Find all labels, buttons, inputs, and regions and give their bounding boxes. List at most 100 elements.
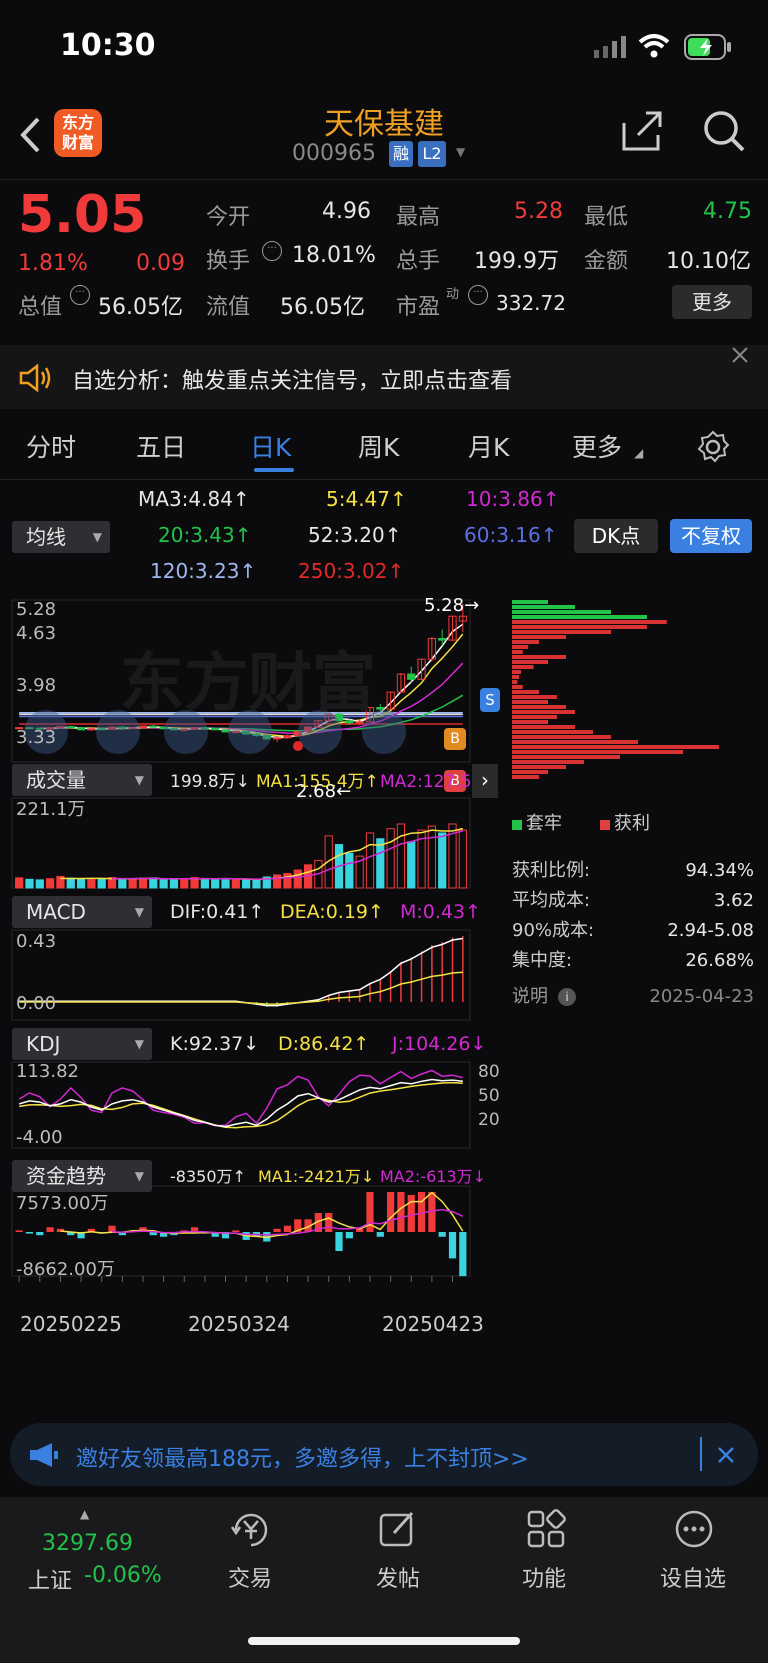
ma60-label: 60:3.16↑ [464,523,558,547]
chip-bar [512,775,539,779]
tab-more[interactable]: 更多 [572,428,622,464]
chip-bar [512,650,523,654]
search-icon[interactable] [702,109,746,153]
close-icon[interactable] [730,345,750,365]
stock-code: 000965 [292,141,376,166]
tab-daily-k[interactable]: 日K [250,428,291,464]
fund-bar [407,1195,415,1232]
fund-select-label: 资金趋势 [26,1164,106,1188]
info-dots-icon[interactable]: ··· [70,285,90,305]
ma-select[interactable]: 均线 ▼ [12,521,110,553]
info-icon[interactable]: i [558,988,576,1006]
nav-watchlist[interactable]: 设自选 [660,1561,726,1593]
promo-banner[interactable]: 邀好友领最高188元，多邀多得，上不封顶>> [10,1423,758,1486]
post-icon[interactable] [378,1509,418,1549]
sell-mark[interactable]: S [480,688,500,712]
chip-chart [512,600,719,779]
app-logo[interactable]: 东方 财富 [54,109,102,157]
chip-row-label: 平均成本: [512,890,591,911]
signal-icon [594,36,628,58]
high-label: 最高 [396,205,441,230]
volume-bar [76,878,86,889]
chip-bar [512,680,518,684]
legend-profit: 获利 [614,813,650,834]
chip-bar [512,720,548,724]
volume-bar [128,878,137,889]
app-root: 10:30 东方 财富 天保基建 000965 融 L2 ▼ 5.05 1.81… [0,0,768,1663]
chip-note[interactable]: 说明 [512,986,548,1008]
volume-select[interactable]: 成交量 ▼ [12,764,152,796]
chevron-down-icon: ▼ [92,530,102,544]
apps-icon[interactable] [526,1509,566,1549]
volume-bar [293,869,302,889]
macd-select-label: MACD [26,900,86,924]
candle-body [76,727,86,731]
fund-bar [46,1227,54,1232]
fund-value: -8350万↑ [170,1167,246,1186]
info-dots-icon[interactable]: ··· [262,241,282,261]
chip-bar [512,635,566,639]
chip-bar [512,655,566,659]
fund-bar [335,1232,343,1252]
chip-bar [512,630,611,634]
candle-body [66,726,75,729]
chevron-down-icon[interactable]: ▼ [456,145,465,159]
volume-bar [221,878,230,889]
kdj-d: D:86.42↑ [278,1033,370,1055]
nav-post[interactable]: 发帖 [376,1561,420,1593]
chevron-right-icon[interactable]: › [472,764,498,798]
back-icon[interactable] [18,115,44,155]
fund-select[interactable]: 资金趋势 ▼ [12,1160,152,1192]
volume-bar [376,838,385,889]
volume-bar [458,829,467,889]
dk-button[interactable]: DK点 [574,519,658,553]
info-dots-icon[interactable]: ··· [468,285,488,305]
kdj-select[interactable]: KDJ ▼ [12,1028,152,1060]
fund-bar [232,1230,240,1232]
volume-bar [252,879,261,889]
chip-row-label: 集中度: [512,950,573,971]
ma120-label: 120:3.23↑ [150,559,257,583]
macd-select[interactable]: MACD ▼ [12,896,152,928]
volume-axis-top: 221.1万 [16,799,86,820]
chevron-down-icon: ▼ [134,1169,144,1183]
chip-bar [512,675,520,679]
volume-ma1-line [60,827,463,881]
trade-icon[interactable] [230,1509,272,1551]
tab-intraday[interactable]: 分时 [26,428,76,464]
notice-bar[interactable]: 自选分析：触发重点关注信号，立即点击查看 [0,345,768,409]
chart-area[interactable]: 5.28 4.63 3.98 3.33 2.68 东方财富 5.28→ 2.68… [0,592,500,1408]
kdj-axis-top: 113.82 [16,1061,79,1082]
chip-bar [512,670,521,674]
more-button[interactable]: 更多 [672,285,752,319]
chip-row-value: 94.34% [685,860,754,881]
chip-bar [512,750,683,754]
more-circle-icon[interactable] [674,1509,714,1549]
buy-mark-orange[interactable]: B [444,728,466,750]
gear-icon[interactable] [696,430,730,464]
chip-bar [512,685,523,689]
nav-function[interactable]: 功能 [522,1561,566,1593]
adjust-button[interactable]: 不复权 [670,519,752,553]
share-icon[interactable] [620,109,664,153]
volume-bar [66,877,75,889]
volume-bar [149,877,158,889]
tab-five-day[interactable]: 五日 [136,428,186,464]
macd-dif-line [19,937,463,1007]
chip-bar [512,640,539,644]
chip-bar [512,660,548,664]
volume-bar [438,832,447,889]
tab-weekly-k[interactable]: 周K [358,428,399,464]
tab-monthly-k[interactable]: 月K [468,428,509,464]
volume-bar [180,878,189,889]
chevron-up-icon[interactable]: ▲ [80,1507,89,1521]
promo-divider [700,1437,702,1471]
pe-label: 市盈 [396,295,441,320]
close-icon[interactable] [716,1445,736,1465]
chip-bar [512,700,548,704]
volume-bar [159,878,168,889]
mktcap-label: 总值 [18,295,63,320]
l2-badge[interactable]: L2 [418,141,446,167]
ma5-label: 5:4.47↑ [326,487,407,511]
nav-trade[interactable]: 交易 [228,1561,272,1593]
